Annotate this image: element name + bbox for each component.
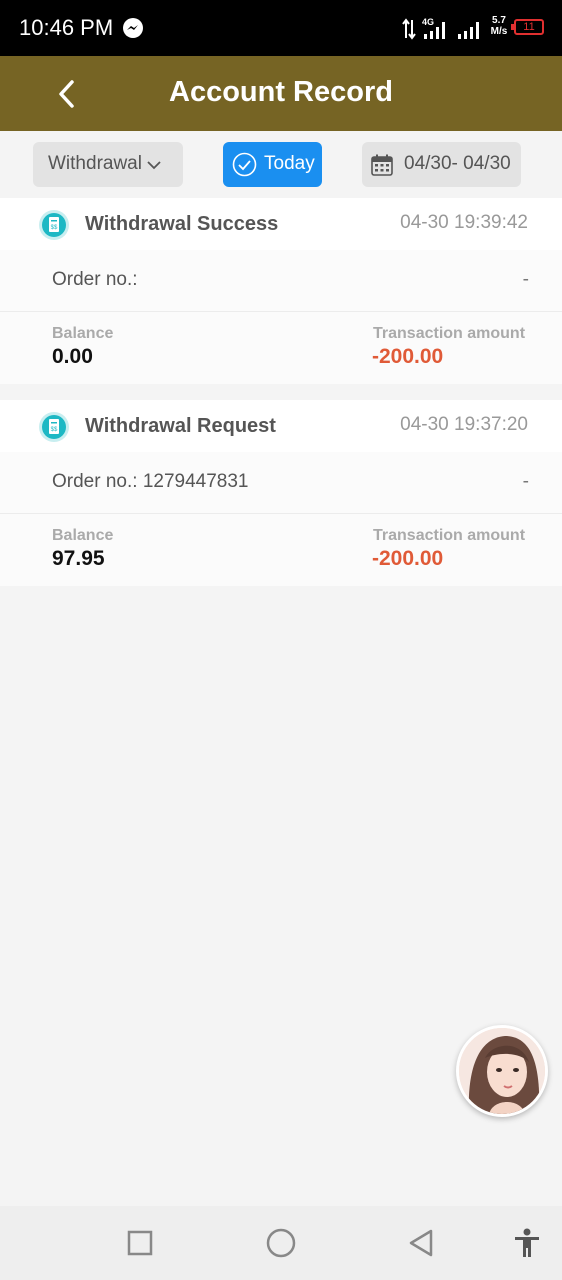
filter-bar: Withdrawal Today 04/30- 04/30 [0, 131, 562, 198]
status-time: 10:46 PM [19, 15, 114, 40]
record-time: 04-30 19:37:20 [400, 414, 528, 435]
balance-value: 97.95 [52, 547, 105, 570]
battery-level: 11 [523, 21, 535, 33]
accessibility-icon[interactable] [512, 1227, 542, 1259]
avatar-portrait [459, 1028, 545, 1114]
amount-row: Balance 0.00 Transaction amount -200.00 [0, 312, 562, 384]
receipt-icon: $$ [39, 412, 69, 442]
balance-value: 0.00 [52, 345, 93, 368]
messenger-icon [123, 18, 143, 38]
order-status: - [522, 471, 529, 492]
signal-icon: 4G [422, 17, 445, 39]
status-bar: 10:46 PM 4G 5.7 M/s 11 [0, 0, 562, 56]
check-circle-icon [232, 152, 257, 177]
speed-unit: M/s [490, 26, 508, 37]
record-header: $$ Withdrawal Success 04-30 19:39:42 [0, 198, 562, 250]
amount-row: Balance 97.95 Transaction amount -200.00 [0, 514, 562, 586]
app-header: Account Record [0, 56, 562, 131]
data-transfer-icon [402, 18, 416, 40]
svg-text:$$: $$ [51, 427, 58, 433]
signal-icon-2 [458, 22, 479, 39]
network-label: 4G [422, 17, 434, 27]
today-label: Today [264, 153, 315, 174]
transaction-amount-value: -200.00 [372, 345, 444, 368]
type-dropdown-label: Withdrawal [48, 153, 142, 174]
system-nav-bar [0, 1206, 562, 1280]
receipt-icon: $$ [39, 210, 69, 240]
record-title: Withdrawal Request [85, 415, 276, 437]
record-card[interactable]: $$ Withdrawal Success 04-30 19:39:42 Ord… [0, 198, 562, 384]
record-header: $$ Withdrawal Request 04-30 19:37:20 [0, 400, 562, 452]
home-button[interactable] [265, 1227, 297, 1259]
order-status: - [522, 269, 529, 290]
type-dropdown[interactable]: Withdrawal [33, 142, 183, 187]
transaction-amount-value: -200.00 [372, 547, 444, 570]
record-title: Withdrawal Success [85, 213, 279, 235]
calendar-icon [371, 154, 393, 176]
order-number: Order no.: 1279447831 [52, 471, 249, 492]
customer-service-avatar[interactable] [456, 1025, 548, 1117]
balance-label: Balance [52, 527, 114, 544]
record-card[interactable]: $$ Withdrawal Request 04-30 19:37:20 Ord… [0, 400, 562, 586]
speed-value: 5.7 [492, 15, 506, 26]
date-range-label: 04/30- 04/30 [404, 153, 511, 174]
back-nav-button[interactable] [406, 1228, 436, 1258]
balance-label: Balance [52, 325, 114, 342]
order-number: Order no.: [52, 269, 138, 290]
date-range-picker[interactable]: 04/30- 04/30 [362, 142, 521, 187]
recent-apps-button[interactable] [126, 1229, 154, 1257]
transaction-amount-label: Transaction amount [373, 325, 526, 342]
network-speed: 5.7 M/s [488, 15, 510, 37]
order-row: Order no.: 1279447831 - [0, 452, 562, 514]
chevron-down-icon [147, 161, 161, 170]
record-time: 04-30 19:39:42 [400, 212, 528, 233]
battery-icon: 11 [511, 19, 544, 35]
today-button[interactable]: Today [223, 142, 322, 187]
transaction-amount-label: Transaction amount [373, 527, 526, 544]
page-title: Account Record [169, 76, 393, 108]
order-row: Order no.: - [0, 250, 562, 312]
svg-text:$$: $$ [51, 225, 58, 231]
